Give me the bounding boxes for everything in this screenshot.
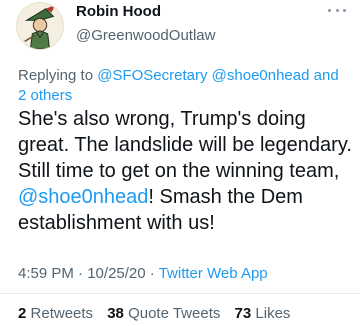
- retweets-label: Retweets: [30, 305, 94, 322]
- meta-separator: ·: [149, 265, 155, 282]
- divider: [0, 293, 360, 294]
- tweet-meta: 4:59 PM · 10/25/20 · Twitter Web App: [18, 265, 268, 282]
- tweet-date[interactable]: 10/25/20: [87, 265, 145, 282]
- replying-prefix: Replying to: [18, 67, 94, 84]
- quote-tweets-label: Quote Tweets: [128, 305, 221, 322]
- retweets-stat[interactable]: 2 Retweets: [18, 305, 93, 322]
- tweet-text: She's also wrong, Trump's doing great. T…: [18, 106, 356, 236]
- replying-to: Replying to @SFOSecretary @shoe0nhead an…: [18, 66, 348, 106]
- avatar[interactable]: [16, 2, 64, 50]
- reply-others-link[interactable]: 2 others: [18, 87, 72, 104]
- likes-stat[interactable]: 73 Likes: [235, 305, 291, 322]
- tweet-stats: 2 Retweets 38 Quote Tweets 73 Likes: [18, 305, 300, 322]
- reply-and[interactable]: and: [314, 67, 339, 84]
- tweet-mention-shoe0nhead[interactable]: @shoe0nhead: [18, 186, 148, 208]
- tweet-text-part1: She's also wrong, Trump's doing great. T…: [18, 108, 352, 182]
- quote-tweets-stat[interactable]: 38 Quote Tweets: [107, 305, 220, 322]
- quote-tweets-count: 38: [107, 305, 124, 322]
- author-handle[interactable]: @GreenwoodOutlaw: [76, 27, 215, 44]
- robin-hood-avatar-icon: [17, 3, 63, 49]
- more-dot: [343, 8, 346, 12]
- more-icon[interactable]: [328, 5, 346, 15]
- likes-count: 73: [234, 305, 252, 322]
- author-name[interactable]: Robin Hood: [76, 3, 161, 20]
- meta-separator: ·: [78, 265, 84, 282]
- retweets-count: 2: [18, 305, 27, 322]
- more-dot: [335, 8, 339, 12]
- reply-mention-sfosecretary[interactable]: @SFOSecretary: [97, 67, 207, 84]
- reply-mention-shoe0nhead[interactable]: @shoe0nhead: [212, 67, 310, 84]
- tweet-header: Robin Hood @GreenwoodOutlaw: [0, 0, 360, 68]
- tweet-time[interactable]: 4:59 PM: [18, 265, 74, 282]
- likes-label: Likes: [255, 305, 291, 322]
- more-dot: [328, 8, 331, 12]
- tweet-source-app[interactable]: Twitter Web App: [159, 265, 268, 282]
